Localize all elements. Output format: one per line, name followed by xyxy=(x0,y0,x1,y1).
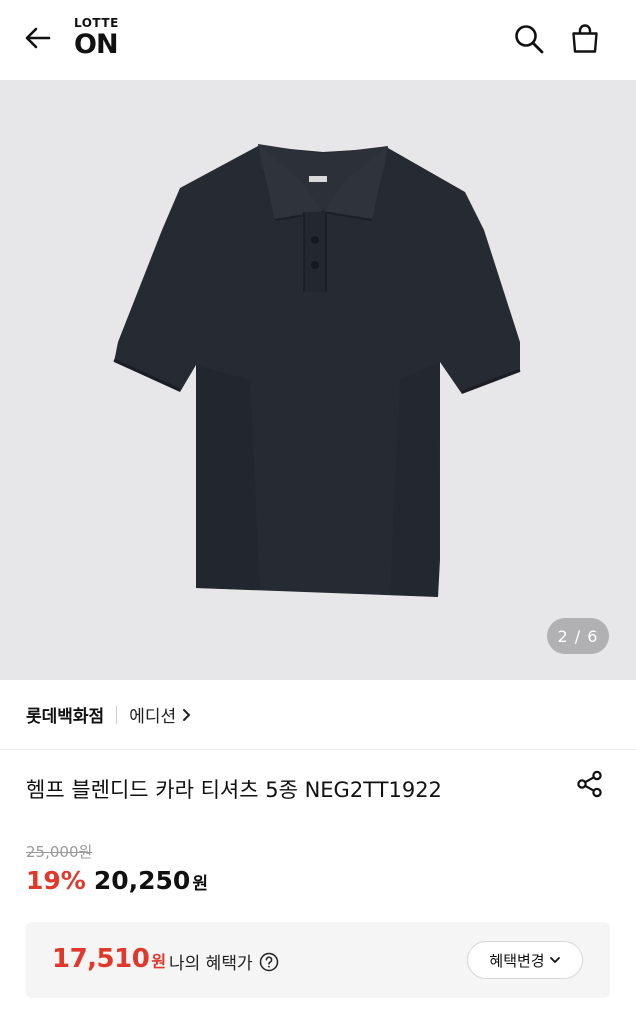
share-icon xyxy=(575,769,605,803)
sale-price-row: 19% 20,250 원 xyxy=(26,866,208,900)
logo-bottom-text: ON xyxy=(74,29,119,60)
search-button[interactable] xyxy=(510,22,548,60)
sale-price-unit: 원 xyxy=(192,874,208,894)
logo-top-text: LOTTE xyxy=(74,16,119,30)
discount-rate: 19% xyxy=(26,866,86,895)
change-benefit-label: 혜택변경 xyxy=(489,951,545,970)
benefit-price: 17,510 원 xyxy=(52,944,166,974)
lotte-on-logo[interactable]: LOTTE ON xyxy=(74,16,134,64)
sale-price: 20,250 xyxy=(93,866,191,895)
benefit-amount: 17,510 xyxy=(52,944,150,974)
help-icon[interactable] xyxy=(259,952,279,972)
top-header: LOTTE ON xyxy=(0,0,636,80)
chevron-down-icon xyxy=(549,955,561,965)
share-button[interactable] xyxy=(572,768,608,804)
benefit-label-text: 나의 혜택가 xyxy=(169,954,253,974)
benefit-label: 나의 혜택가 xyxy=(169,949,279,974)
brand-link[interactable]: 에디션 xyxy=(129,702,192,727)
polo-shirt-image xyxy=(113,144,521,597)
arrow-left-icon xyxy=(23,23,53,57)
benefit-box: 17,510 원 나의 혜택가 혜택변경 xyxy=(26,922,610,998)
store-divider xyxy=(116,705,118,724)
product-title: 헴프 블렌디드 카라 티셔츠 5종 NEG2TT1922 xyxy=(26,778,442,802)
original-price: 25,000원 xyxy=(26,843,93,861)
cart-button[interactable] xyxy=(566,22,604,60)
store-name[interactable]: 롯데백화점 xyxy=(26,702,104,727)
brand-name: 에디션 xyxy=(129,707,177,727)
store-row: 롯데백화점 에디션 xyxy=(0,680,636,750)
chevron-right-icon xyxy=(182,708,192,722)
shopping-bag-icon xyxy=(569,23,601,59)
search-icon xyxy=(513,23,545,59)
product-title-row: 헴프 블렌디드 카라 티셔츠 5종 NEG2TT1922 xyxy=(0,752,636,824)
product-image-carousel[interactable]: 2 / 6 xyxy=(0,80,636,680)
image-counter-badge: 2 / 6 xyxy=(547,618,609,654)
change-benefit-button[interactable]: 혜택변경 xyxy=(467,941,583,979)
benefit-unit: 원 xyxy=(151,952,167,971)
back-button[interactable] xyxy=(20,22,56,58)
